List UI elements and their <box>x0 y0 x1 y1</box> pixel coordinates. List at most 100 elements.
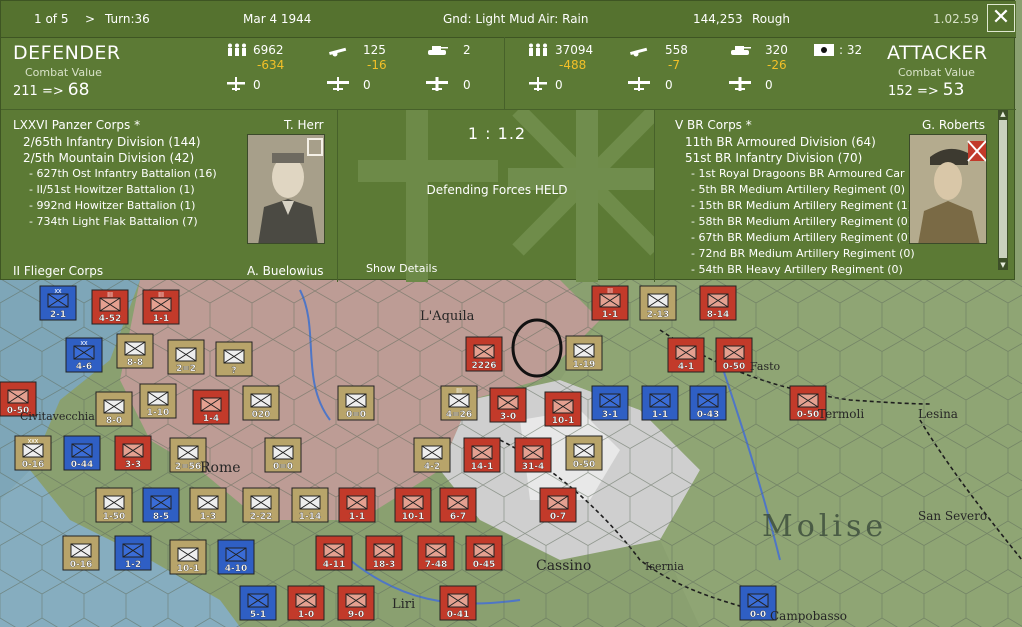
combat-result: Defending Forces HELD <box>426 183 568 197</box>
tank-icon <box>731 46 751 55</box>
unit-counter[interactable]: 2-13 <box>639 285 677 321</box>
unit-counter[interactable]: 14-1 <box>463 437 501 473</box>
unit-counter[interactable]: 1-1 <box>338 487 376 523</box>
combat-report-panel: 1 of 5 > Turn:36 Mar 4 1944 Gnd: Light M… <box>0 0 1016 282</box>
unit-counter[interactable]: 0=0 <box>264 437 302 473</box>
version-label: 1.02.59 <box>933 12 979 26</box>
unit-counter[interactable]: 0-50 <box>565 435 603 471</box>
unit-counter[interactable]: 9-0 <box>337 585 375 621</box>
defender-next-commander: A. Buelowius <box>247 264 324 278</box>
scroll-down-icon[interactable]: ▼ <box>998 261 1008 270</box>
transport-plane-icon <box>426 77 448 91</box>
stats-row: DEFENDER Combat Value 211 => 68 6962 -634… <box>1 37 1016 109</box>
attacker-guns: 558 <box>665 43 688 57</box>
defender-commander-portrait <box>247 134 325 244</box>
unit-strength: 4-52 <box>99 314 122 324</box>
supply-flag-icon <box>814 44 834 56</box>
unit-strength: 2-22 <box>250 512 273 522</box>
unit-counter[interactable]: 1-4 <box>192 389 230 425</box>
unit-counter[interactable]: 3-0 <box>489 387 527 423</box>
unit-counter[interactable]: 1-2 <box>114 535 152 571</box>
map-place-label: Campobasso <box>770 609 847 623</box>
unit-counter[interactable]: 1-10 <box>139 383 177 419</box>
defender-men: 6962 <box>253 43 284 57</box>
unit-counter[interactable]: xxx 0-16 <box>14 435 52 471</box>
unit-counter[interactable]: 1-0 <box>287 585 325 621</box>
tank-icon <box>428 46 448 55</box>
unit-strength: 1-1 <box>652 410 668 420</box>
unit-strength: 14-1 <box>471 462 494 472</box>
unit-counter[interactable]: 1-14 <box>291 487 329 523</box>
attacker-division: 51st BR Infantry Division (70) <box>685 151 863 165</box>
map-place-label: Civitavecchia <box>20 410 95 423</box>
unit-strength: 7-48 <box>425 560 448 570</box>
unit-counter[interactable]: 4-11 <box>315 535 353 571</box>
unit-counter[interactable]: 4-2 <box>413 437 451 473</box>
unit-counter[interactable]: 5-1 <box>239 585 277 621</box>
unit-size: III <box>107 292 113 299</box>
report-scrollbar[interactable]: ▲ ▼ <box>998 110 1008 270</box>
unit-strength: 2=2 <box>176 364 196 374</box>
unit-counter[interactable]: 1-19 <box>565 335 603 371</box>
transport-plane-icon <box>729 77 751 91</box>
defender-guns: 125 <box>363 43 386 57</box>
unit-counter[interactable]: 8-0 <box>95 391 133 427</box>
unit-counter[interactable]: 10-1 <box>544 391 582 427</box>
unit-counter[interactable]: 6-7 <box>439 487 477 523</box>
unit-counter[interactable]: 0-41 <box>439 585 477 621</box>
unit-strength: 5-1 <box>250 610 266 620</box>
defender-combat-value: 211 => 68 <box>13 80 90 100</box>
infantry-icon <box>228 43 246 56</box>
unit-counter[interactable]: 3-1 <box>591 385 629 421</box>
unit-counter[interactable]: 1-50 <box>95 487 133 523</box>
artillery-icon <box>630 47 648 57</box>
unit-counter[interactable]: III 1-1 <box>142 289 180 325</box>
defender-battalion: - 627th Ost Infantry Battalion (16) <box>29 167 217 180</box>
unit-counter[interactable]: 0-44 <box>63 435 101 471</box>
unit-strength: 0-45 <box>473 560 496 570</box>
unit-counter[interactable]: 1-1 <box>641 385 679 421</box>
unit-strength: 4-2 <box>424 462 440 472</box>
date-label: Mar 4 1944 <box>243 12 312 26</box>
unit-counter[interactable]: 020 <box>242 385 280 421</box>
unit-strength: 0-7 <box>550 512 566 522</box>
unit-counter[interactable]: 0-16 <box>62 535 100 571</box>
unit-counter[interactable]: 3-3 <box>114 435 152 471</box>
unit-counter[interactable]: 2226 <box>465 336 503 372</box>
scroll-thumb[interactable] <box>999 120 1007 258</box>
unit-counter[interactable]: 7-48 <box>417 535 455 571</box>
attacker-air2: 0 <box>665 78 673 92</box>
unit-counter[interactable]: 4-1 <box>667 337 705 373</box>
unit-counter[interactable]: xx 4-6 <box>65 337 103 373</box>
unit-counter[interactable]: III 4=26 <box>440 385 478 421</box>
unit-counter[interactable]: 4-10 <box>217 539 255 575</box>
unit-counter[interactable]: III 1-1 <box>591 285 629 321</box>
scroll-up-icon[interactable]: ▲ <box>998 110 1008 119</box>
unit-counter[interactable]: 10-1 <box>169 539 207 575</box>
unit-counter[interactable]: 2=2 <box>167 339 205 375</box>
map-place-label: Rome <box>200 460 241 476</box>
unit-counter[interactable]: 0=0 <box>337 385 375 421</box>
unit-counter[interactable]: 8-5 <box>142 487 180 523</box>
unit-counter[interactable]: 0-7 <box>539 487 577 523</box>
unit-counter[interactable]: 10-1 <box>394 487 432 523</box>
attacker-extra: : 32 <box>839 43 863 57</box>
unit-counter[interactable]: 8-8 <box>116 333 154 369</box>
unit-counter[interactable]: 0-43 <box>689 385 727 421</box>
unit-counter[interactable]: xx 2-1 <box>39 285 77 321</box>
unit-counter[interactable]: 18-3 <box>365 535 403 571</box>
unit-strength: 8-8 <box>127 358 143 368</box>
unit-counter[interactable]: 0-50 <box>715 337 753 373</box>
unit-counter[interactable]: 0-45 <box>465 535 503 571</box>
unit-counter[interactable]: III 4-52 <box>91 289 129 325</box>
next-report-button[interactable]: > <box>85 12 95 26</box>
unit-counter[interactable]: ? <box>215 341 253 377</box>
unit-counter[interactable]: 2-22 <box>242 487 280 523</box>
unit-counter[interactable]: 31-4 <box>514 437 552 473</box>
unit-counter[interactable]: 8-14 <box>699 285 737 321</box>
hex-value: 144,253 <box>693 12 743 26</box>
defender-air2: 0 <box>363 78 371 92</box>
show-details-link[interactable]: Show Details <box>366 262 437 275</box>
unit-counter[interactable]: 1-3 <box>189 487 227 523</box>
close-button[interactable]: ✕ <box>987 4 1015 32</box>
